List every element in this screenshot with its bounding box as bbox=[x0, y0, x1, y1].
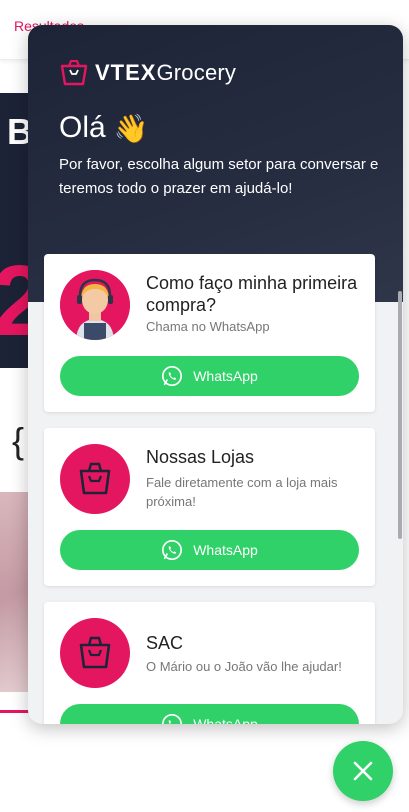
shopping-bag-logo-icon bbox=[60, 60, 88, 86]
attendant-icon bbox=[60, 270, 130, 340]
whatsapp-button[interactable]: WhatsApp bbox=[60, 356, 359, 396]
greeting-text: Olá bbox=[59, 111, 106, 144]
whatsapp-button-label: WhatsApp bbox=[193, 368, 258, 384]
waving-hand-icon: 👋 bbox=[113, 112, 149, 144]
whatsapp-chat-widget: VTEXGrocery Olá 👋 Por favor, escolha alg… bbox=[28, 25, 403, 724]
greeting: Olá 👋 bbox=[59, 111, 149, 145]
brand-logo: VTEXGrocery bbox=[59, 60, 236, 86]
whatsapp-button[interactable]: WhatsApp bbox=[60, 530, 359, 570]
whatsapp-icon bbox=[162, 366, 183, 386]
whatsapp-button[interactable]: WhatsApp bbox=[60, 704, 359, 724]
close-icon bbox=[353, 761, 373, 781]
contact-card-title: Como faço minha primeira compra? bbox=[146, 273, 358, 315]
contact-card-subtitle: Fale diretamente com a loja mais próxima… bbox=[146, 475, 338, 509]
shopping-bag-icon bbox=[60, 444, 130, 514]
contact-card[interactable]: Como faço minha primeira compra? Chama n… bbox=[44, 254, 375, 412]
intro-text: Por favor, escolha algum setor para conv… bbox=[59, 156, 379, 197]
contact-card-title: Nossas Lojas bbox=[146, 447, 255, 467]
contact-card[interactable]: Nossas Lojas Fale diretamente com a loja… bbox=[44, 428, 375, 586]
contact-card-subtitle: O Mário ou o João vão lhe ajudar! bbox=[146, 659, 342, 674]
contact-card-title: SAC bbox=[146, 633, 184, 653]
contact-list[interactable]: Como faço minha primeira compra? Chama n… bbox=[28, 254, 403, 724]
whatsapp-icon bbox=[162, 714, 183, 724]
whatsapp-icon bbox=[162, 540, 183, 560]
whatsapp-button-label: WhatsApp bbox=[193, 542, 258, 558]
whatsapp-button-label: WhatsApp bbox=[193, 716, 258, 724]
contact-card[interactable]: SAC O Mário ou o João vão lhe ajudar! Wh… bbox=[44, 602, 375, 724]
scrollbar[interactable] bbox=[398, 291, 402, 539]
contact-card-subtitle: Chama no WhatsApp bbox=[146, 319, 270, 334]
close-chat-button[interactable] bbox=[333, 741, 393, 801]
shopping-bag-icon bbox=[60, 618, 130, 688]
brand-name: VTEXGrocery bbox=[95, 60, 237, 85]
gear-icon: { bbox=[12, 420, 25, 461]
